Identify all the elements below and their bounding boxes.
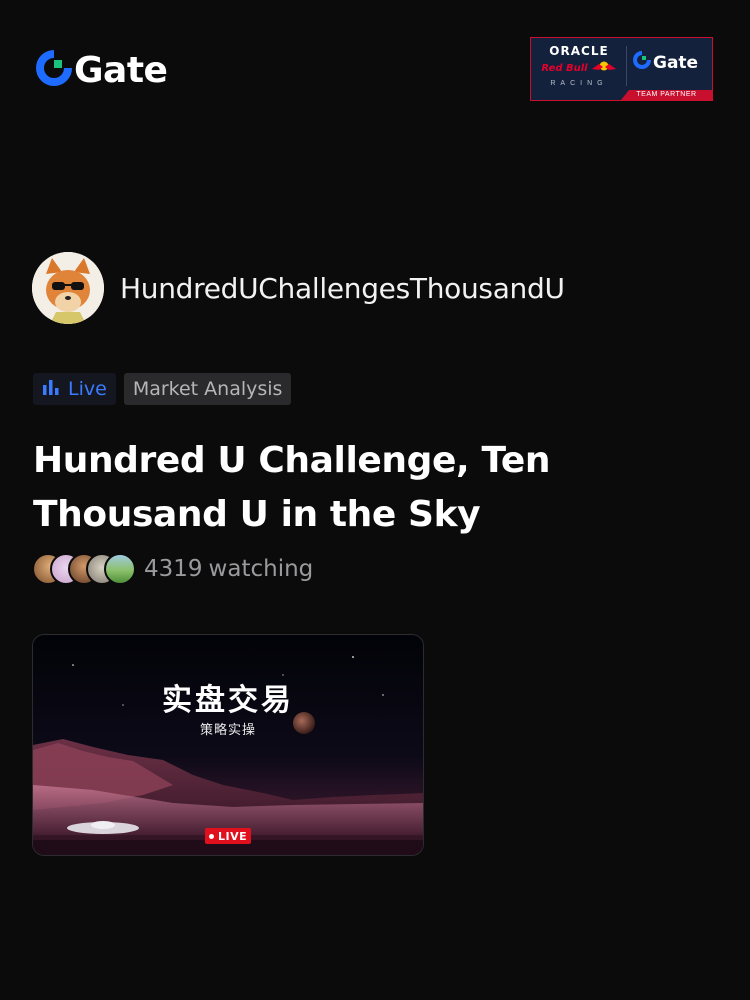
gate-logo[interactable]: Gate bbox=[36, 50, 168, 91]
watcher-avatars bbox=[32, 553, 136, 585]
redbull-text: Red Bull bbox=[541, 62, 588, 74]
gate-logo-text: Gate bbox=[74, 50, 168, 91]
host-avatar[interactable] bbox=[32, 252, 104, 324]
partner-gate-text: Gate bbox=[653, 52, 699, 73]
gate-small-icon bbox=[633, 51, 651, 74]
watcher-avatar bbox=[104, 553, 136, 585]
team-partner-label: TEAM PARTNER bbox=[621, 90, 712, 100]
gate-logo-icon bbox=[36, 50, 72, 91]
card-subtitle: 策略实操 bbox=[199, 723, 256, 738]
card-headline: 实盘交易 bbox=[162, 683, 294, 718]
live-tag-label: Live bbox=[68, 378, 107, 400]
oracle-redbull-logo: ORACLE Red Bull RACING bbox=[539, 44, 619, 87]
live-bars-icon bbox=[42, 378, 60, 401]
thumbnail-artwork bbox=[33, 635, 423, 855]
live-tag: Live bbox=[33, 373, 116, 405]
live-dot-icon bbox=[209, 833, 214, 839]
oracle-text: ORACLE bbox=[549, 44, 609, 58]
live-badge: LIVE bbox=[205, 828, 252, 844]
partner-divider bbox=[626, 46, 627, 86]
watching-count: 4319 watching bbox=[144, 556, 313, 582]
stream-thumbnail-card[interactable]: 实盘交易 策略实操 LIVE bbox=[32, 634, 424, 856]
host-profile[interactable]: HundredUChallengesThousandU bbox=[32, 252, 565, 324]
live-badge-label: LIVE bbox=[218, 829, 248, 843]
category-tag[interactable]: Market Analysis bbox=[123, 373, 292, 405]
watching-label: watching bbox=[208, 556, 314, 582]
host-name[interactable]: HundredUChallengesThousandU bbox=[120, 272, 565, 305]
stream-tags: Live Market Analysis bbox=[33, 373, 292, 405]
watchers-row: 4319 watching bbox=[32, 553, 313, 585]
racing-text: RACING bbox=[550, 80, 608, 87]
stream-title: Hundred U Challenge, Ten Thousand U in t… bbox=[33, 440, 551, 535]
watching-number: 4319 bbox=[144, 556, 203, 582]
team-partner-badge: ORACLE Red Bull RACING Gate TEAM PARTNER bbox=[530, 37, 713, 101]
bull-icon bbox=[591, 59, 617, 77]
partner-gate-logo: Gate bbox=[633, 51, 698, 74]
